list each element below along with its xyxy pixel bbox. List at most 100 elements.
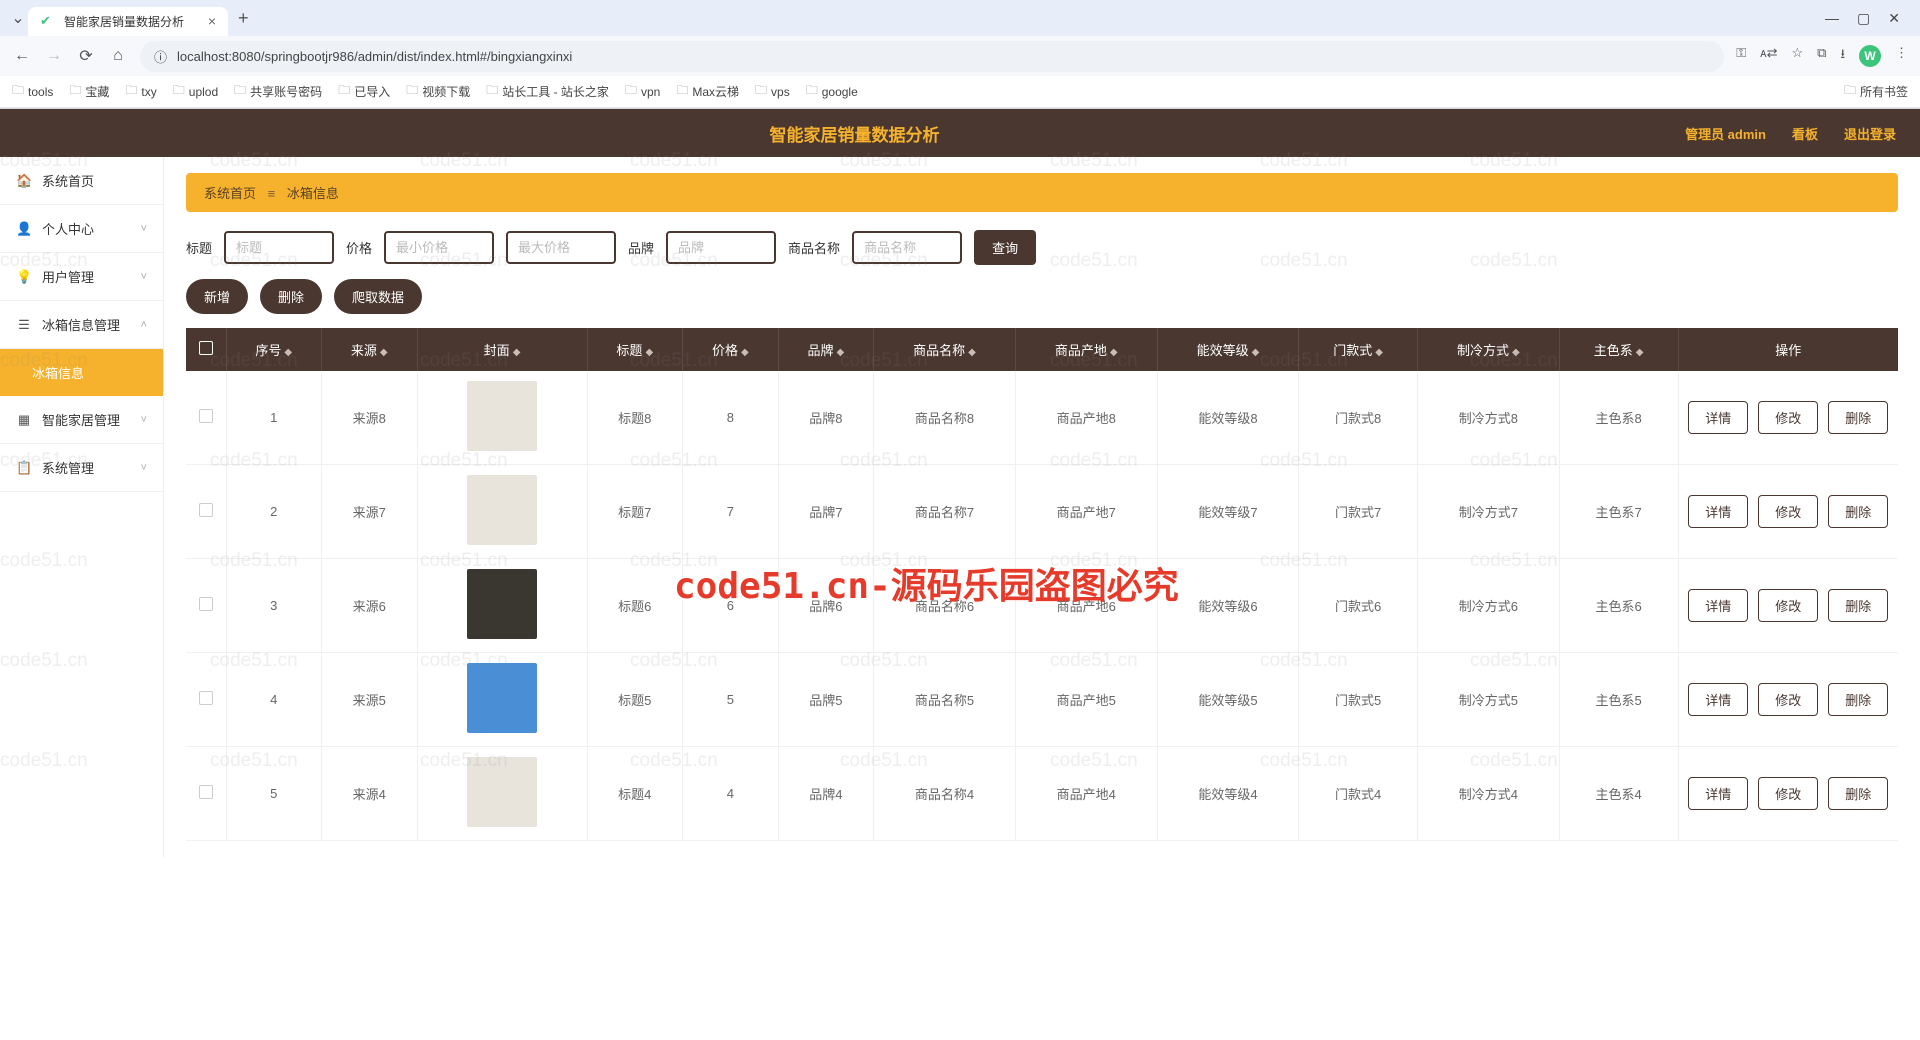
column-header[interactable]: 封面◆: [417, 328, 587, 371]
sidebar-item[interactable]: 🏠系统首页: [0, 157, 163, 205]
bookmark-item[interactable]: 🗀vps: [755, 81, 790, 102]
cover-thumbnail[interactable]: [467, 663, 537, 733]
nav-forward-icon[interactable]: →: [44, 47, 64, 65]
header-dashboard[interactable]: 看板: [1792, 124, 1818, 143]
tab-list-button[interactable]: ⌄: [8, 8, 28, 28]
row-delete-button[interactable]: 删除: [1828, 401, 1888, 434]
row-detail-button[interactable]: 详情: [1688, 401, 1748, 434]
row-checkbox[interactable]: [199, 503, 213, 517]
search-button[interactable]: 查询: [974, 230, 1036, 265]
cover-thumbnail[interactable]: [467, 381, 537, 451]
column-header[interactable]: 来源◆: [322, 328, 418, 371]
address-bar[interactable]: ⓘ localhost:8080/springbootjr986/admin/d…: [140, 41, 1724, 72]
cell-cooling: 制冷方式7: [1417, 465, 1559, 559]
bookmark-item[interactable]: 🗀google: [806, 81, 858, 102]
filter-input-name[interactable]: [852, 231, 962, 264]
column-header[interactable]: 商品产地◆: [1015, 328, 1157, 371]
row-detail-button[interactable]: 详情: [1688, 589, 1748, 622]
cover-thumbnail[interactable]: [467, 475, 537, 545]
filter-input-max-price[interactable]: [506, 231, 616, 264]
sidebar-item[interactable]: ☰冰箱信息管理˄: [0, 301, 163, 349]
bookmark-item[interactable]: 🗀Max云梯: [676, 81, 739, 102]
bookmark-item[interactable]: 🗀uplod: [173, 81, 218, 102]
all-bookmarks[interactable]: 🗀所有书签: [1844, 81, 1908, 102]
crawl-button[interactable]: 爬取数据: [334, 279, 422, 314]
bookmark-item[interactable]: 🗀共享账号密码: [234, 81, 322, 102]
filter-input-title[interactable]: [224, 231, 334, 264]
cell-name: 商品名称5: [874, 653, 1016, 747]
select-all-checkbox[interactable]: [199, 341, 213, 355]
row-edit-button[interactable]: 修改: [1758, 777, 1818, 810]
delete-button[interactable]: 删除: [260, 279, 322, 314]
bookmark-item[interactable]: 🗀tools: [12, 81, 53, 102]
bookmark-item[interactable]: 🗀视频下载: [406, 81, 470, 102]
breadcrumb-home[interactable]: 系统首页: [204, 186, 256, 201]
nav-reload-icon[interactable]: ⟳: [76, 46, 96, 66]
row-detail-button[interactable]: 详情: [1688, 495, 1748, 528]
row-checkbox[interactable]: [199, 597, 213, 611]
column-header[interactable]: 价格◆: [683, 328, 779, 371]
profile-avatar[interactable]: W: [1859, 45, 1881, 67]
translate-icon[interactable]: ᴀ⇄: [1760, 45, 1777, 67]
bookmark-item[interactable]: 🗀vpn: [625, 81, 660, 102]
bookmark-item[interactable]: 🗀站长工具 - 站长之家: [486, 81, 609, 102]
browser-menu-icon[interactable]: ⋮: [1895, 45, 1908, 67]
site-info-icon[interactable]: ⓘ: [154, 47, 167, 66]
new-tab-button[interactable]: +: [238, 8, 249, 29]
nav-back-icon[interactable]: ←: [12, 47, 32, 65]
download-icon[interactable]: ⭳: [1840, 45, 1845, 67]
filter-input-min-price[interactable]: [384, 231, 494, 264]
row-delete-button[interactable]: 删除: [1828, 495, 1888, 528]
row-checkbox[interactable]: [199, 785, 213, 799]
row-delete-button[interactable]: 删除: [1828, 683, 1888, 716]
cell-source: 来源6: [322, 559, 418, 653]
column-header[interactable]: 序号◆: [226, 328, 322, 371]
tab-close-icon[interactable]: ×: [208, 13, 216, 29]
column-header[interactable]: 能效等级◆: [1157, 328, 1299, 371]
row-detail-button[interactable]: 详情: [1688, 683, 1748, 716]
extensions-icon[interactable]: ⧉: [1817, 45, 1826, 67]
table-row: 1来源8标题88品牌8商品名称8商品产地8能效等级8门款式8制冷方式8主色系8详…: [186, 371, 1898, 465]
sidebar-item[interactable]: 📋系统管理˅: [0, 444, 163, 492]
row-checkbox[interactable]: [199, 691, 213, 705]
row-delete-button[interactable]: 删除: [1828, 777, 1888, 810]
row-checkbox[interactable]: [199, 409, 213, 423]
sidebar-item[interactable]: 💡用户管理˅: [0, 253, 163, 301]
header-user[interactable]: 管理员 admin: [1685, 124, 1766, 143]
row-edit-button[interactable]: 修改: [1758, 683, 1818, 716]
menu-icon: 📋: [16, 460, 32, 476]
key-icon[interactable]: ⚿: [1736, 45, 1746, 67]
sidebar-item[interactable]: 冰箱信息: [0, 349, 163, 396]
sidebar-item[interactable]: 👤个人中心˅: [0, 205, 163, 253]
column-header[interactable]: 品牌◆: [778, 328, 874, 371]
window-close-icon[interactable]: ✕: [1888, 10, 1900, 27]
window-minimize-icon[interactable]: —: [1825, 10, 1839, 27]
sidebar-item[interactable]: ▦智能家居管理˅: [0, 396, 163, 444]
row-detail-button[interactable]: 详情: [1688, 777, 1748, 810]
cover-thumbnail[interactable]: [467, 569, 537, 639]
filter-input-brand[interactable]: [666, 231, 776, 264]
cover-thumbnail[interactable]: [467, 757, 537, 827]
column-header[interactable]: 主色系◆: [1559, 328, 1678, 371]
column-header[interactable]: 门款式◆: [1299, 328, 1418, 371]
row-edit-button[interactable]: 修改: [1758, 589, 1818, 622]
row-edit-button[interactable]: 修改: [1758, 401, 1818, 434]
filter-label-price: 价格: [346, 238, 372, 257]
header-logout[interactable]: 退出登录: [1844, 124, 1896, 143]
bookmark-item[interactable]: 🗀已导入: [338, 81, 390, 102]
row-delete-button[interactable]: 删除: [1828, 589, 1888, 622]
column-header[interactable]: 操作: [1678, 328, 1898, 371]
column-header[interactable]: 标题◆: [587, 328, 683, 371]
sort-icon: ◆: [645, 347, 653, 358]
browser-tab[interactable]: ✔ 智能家居销量数据分析 ×: [28, 7, 228, 36]
nav-home-icon[interactable]: ⌂: [108, 47, 128, 65]
window-maximize-icon[interactable]: ▢: [1857, 10, 1870, 27]
column-header[interactable]: 制冷方式◆: [1417, 328, 1559, 371]
bookmark-item[interactable]: 🗀txy: [125, 81, 156, 102]
bookmark-star-icon[interactable]: ☆: [1791, 45, 1803, 67]
bookmark-item[interactable]: 🗀宝藏: [69, 81, 109, 102]
cell-origin: 商品产地5: [1015, 653, 1157, 747]
add-button[interactable]: 新增: [186, 279, 248, 314]
column-header[interactable]: 商品名称◆: [874, 328, 1016, 371]
row-edit-button[interactable]: 修改: [1758, 495, 1818, 528]
